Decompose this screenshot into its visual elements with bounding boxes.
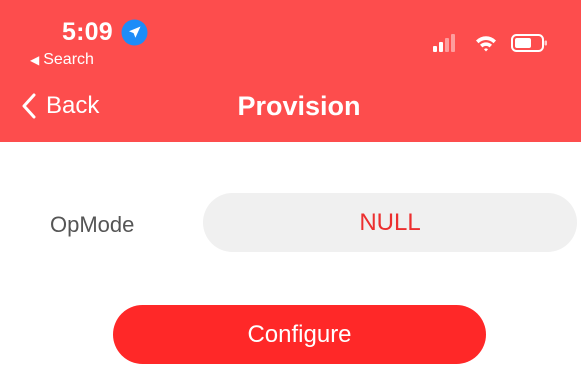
- cellular-signal-icon: [433, 34, 455, 52]
- configure-button[interactable]: Configure: [113, 305, 486, 364]
- configure-button-label: Configure: [247, 320, 352, 348]
- page-title-wrapper: Provision: [0, 91, 581, 122]
- location-arrow-icon: [121, 19, 148, 46]
- battery-icon: [511, 34, 547, 52]
- back-to-app-label: Search: [43, 51, 94, 68]
- back-to-app-link[interactable]: ◀ Search: [30, 51, 94, 69]
- status-icons: [433, 34, 547, 52]
- back-triangle-icon: ◀: [30, 53, 40, 67]
- screen: 5:09 ◀ Search Back Provision OpMode NULL…: [0, 0, 581, 365]
- opmode-label: OpMode: [50, 212, 135, 237]
- page-title: Provision: [237, 91, 361, 121]
- opmode-field[interactable]: NULL: [203, 193, 577, 252]
- wifi-icon: [476, 36, 496, 52]
- status-time: 5:09: [62, 18, 113, 46]
- header: 5:09 ◀ Search Back Provision: [0, 0, 581, 142]
- opmode-value: NULL: [359, 208, 421, 236]
